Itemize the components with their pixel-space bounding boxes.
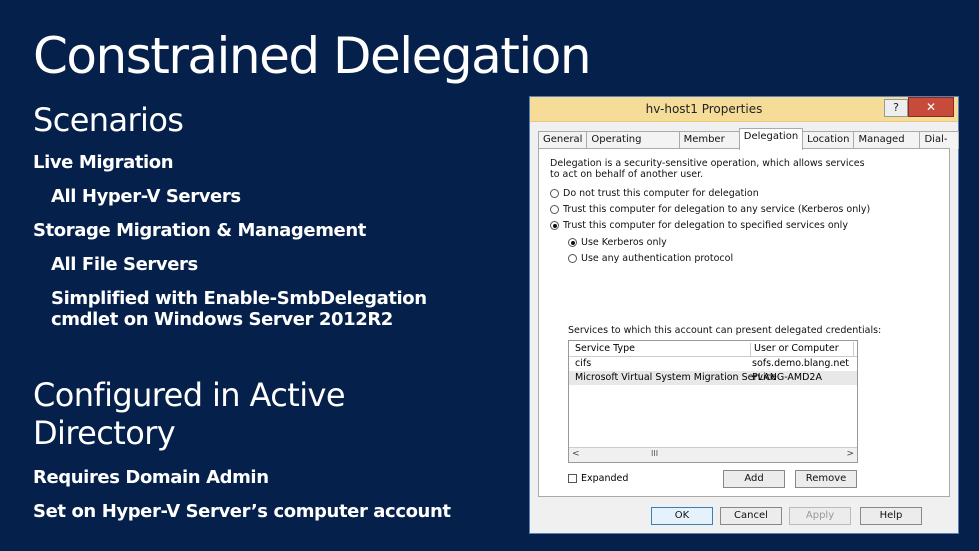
radio-button[interactable] <box>568 254 577 263</box>
horizontal-scrollbar[interactable]: < III > <box>569 447 857 462</box>
radio-button[interactable] <box>550 189 559 198</box>
service-type-cell: Microsoft Virtual System Migration Servi… <box>575 372 777 383</box>
expanded-label: Expanded <box>581 473 629 484</box>
radio-no-trust[interactable]: Do not trust this computer for delegatio… <box>550 188 759 199</box>
bullet-live-migration: Live Migration <box>33 152 174 173</box>
radio-trust-specified-label: Trust this computer for delegation to sp… <box>563 220 848 231</box>
radio-any-protocol[interactable]: Use any authentication protocol <box>568 253 733 264</box>
dialog-titlebar[interactable]: hv-host1 Properties ? ✕ <box>530 97 958 122</box>
sub-bullet-simplified-line2: cmdlet on Windows Server 2012R2 <box>51 309 393 330</box>
apply-button[interactable]: Apply <box>789 507 851 525</box>
radio-trust-specified[interactable]: Trust this computer for delegation to sp… <box>550 220 848 231</box>
bullet-requires-admin: Requires Domain Admin <box>33 467 269 488</box>
service-type-cell: cifs <box>575 358 592 369</box>
scroll-right-icon[interactable]: > <box>846 449 854 459</box>
scroll-thumb[interactable]: III <box>651 449 658 458</box>
list-item[interactable]: Microsoft Virtual System Migration Servi… <box>569 371 857 385</box>
tab-general[interactable]: General <box>538 131 588 149</box>
radio-trust-any-label: Trust this computer for delegation to an… <box>563 204 871 215</box>
radio-trust-any[interactable]: Trust this computer for delegation to an… <box>550 204 870 215</box>
tab-dial-in[interactable]: Dial-in <box>919 131 959 161</box>
properties-dialog: hv-host1 Properties ? ✕ General Operatin… <box>529 96 959 534</box>
tab-location[interactable]: Location <box>802 131 855 149</box>
sub-bullet-simplified-line1: Simplified with Enable-SmbDelegation <box>51 288 427 309</box>
tab-member-of[interactable]: Member Of <box>678 131 740 161</box>
tab-delegation[interactable]: Delegation <box>738 128 804 150</box>
help-button[interactable]: Help <box>860 507 922 525</box>
radio-button-selected[interactable] <box>550 221 559 230</box>
column-header-service-type[interactable]: Service Type <box>575 343 635 354</box>
bullet-storage-migration: Storage Migration & Management <box>33 220 366 241</box>
section-heading-configured-line2: Directory <box>33 414 176 452</box>
column-divider <box>853 342 854 356</box>
sub-bullet-file-servers: All File Servers <box>51 254 198 275</box>
radio-kerberos-only-label: Use Kerberos only <box>581 237 667 248</box>
scroll-left-icon[interactable]: < <box>572 449 580 459</box>
services-label: Services to which this account can prese… <box>568 325 882 336</box>
tab-managed-by[interactable]: Managed By <box>853 131 921 161</box>
delegation-panel: Delegation is a security-sensitive opera… <box>538 148 950 497</box>
bullet-set-on-account: Set on Hyper-V Server’s computer account <box>33 501 451 522</box>
tab-bar: General Operating System Member Of Deleg… <box>538 128 959 161</box>
sub-bullet-all-hyperv: All Hyper-V Servers <box>51 186 241 207</box>
user-or-computer-cell: PLANG-AMD2A <box>752 372 822 383</box>
help-icon[interactable]: ? <box>884 99 908 117</box>
list-item[interactable]: cifs sofs.demo.blang.net <box>569 357 857 371</box>
section-heading-scenarios: Scenarios <box>33 101 184 139</box>
radio-no-trust-label: Do not trust this computer for delegatio… <box>563 188 759 199</box>
ok-button[interactable]: OK <box>651 507 713 525</box>
list-header: Service Type User or Computer <box>569 342 857 357</box>
tab-operating-system[interactable]: Operating System <box>586 131 680 161</box>
radio-button[interactable] <box>550 205 559 214</box>
slide-title: Constrained Delegation <box>33 27 592 85</box>
column-header-user-or-computer[interactable]: User or Computer <box>750 343 839 356</box>
user-or-computer-cell: sofs.demo.blang.net <box>752 358 850 369</box>
expanded-checkbox[interactable] <box>568 474 577 483</box>
cancel-button[interactable]: Cancel <box>720 507 782 525</box>
services-list[interactable]: Service Type User or Computer cifs sofs.… <box>568 340 858 463</box>
section-heading-configured-line1: Configured in Active <box>33 376 346 414</box>
remove-button[interactable]: Remove <box>795 470 857 488</box>
radio-button-selected[interactable] <box>568 238 577 247</box>
add-button[interactable]: Add <box>723 470 785 488</box>
radio-kerberos-only[interactable]: Use Kerberos only <box>568 237 667 248</box>
expanded-checkbox-row[interactable]: Expanded <box>568 473 628 484</box>
close-icon[interactable]: ✕ <box>908 97 954 117</box>
dialog-title: hv-host1 Properties <box>645 102 763 116</box>
delegation-description: Delegation is a security-sensitive opera… <box>550 158 865 180</box>
radio-any-protocol-label: Use any authentication protocol <box>581 253 734 264</box>
